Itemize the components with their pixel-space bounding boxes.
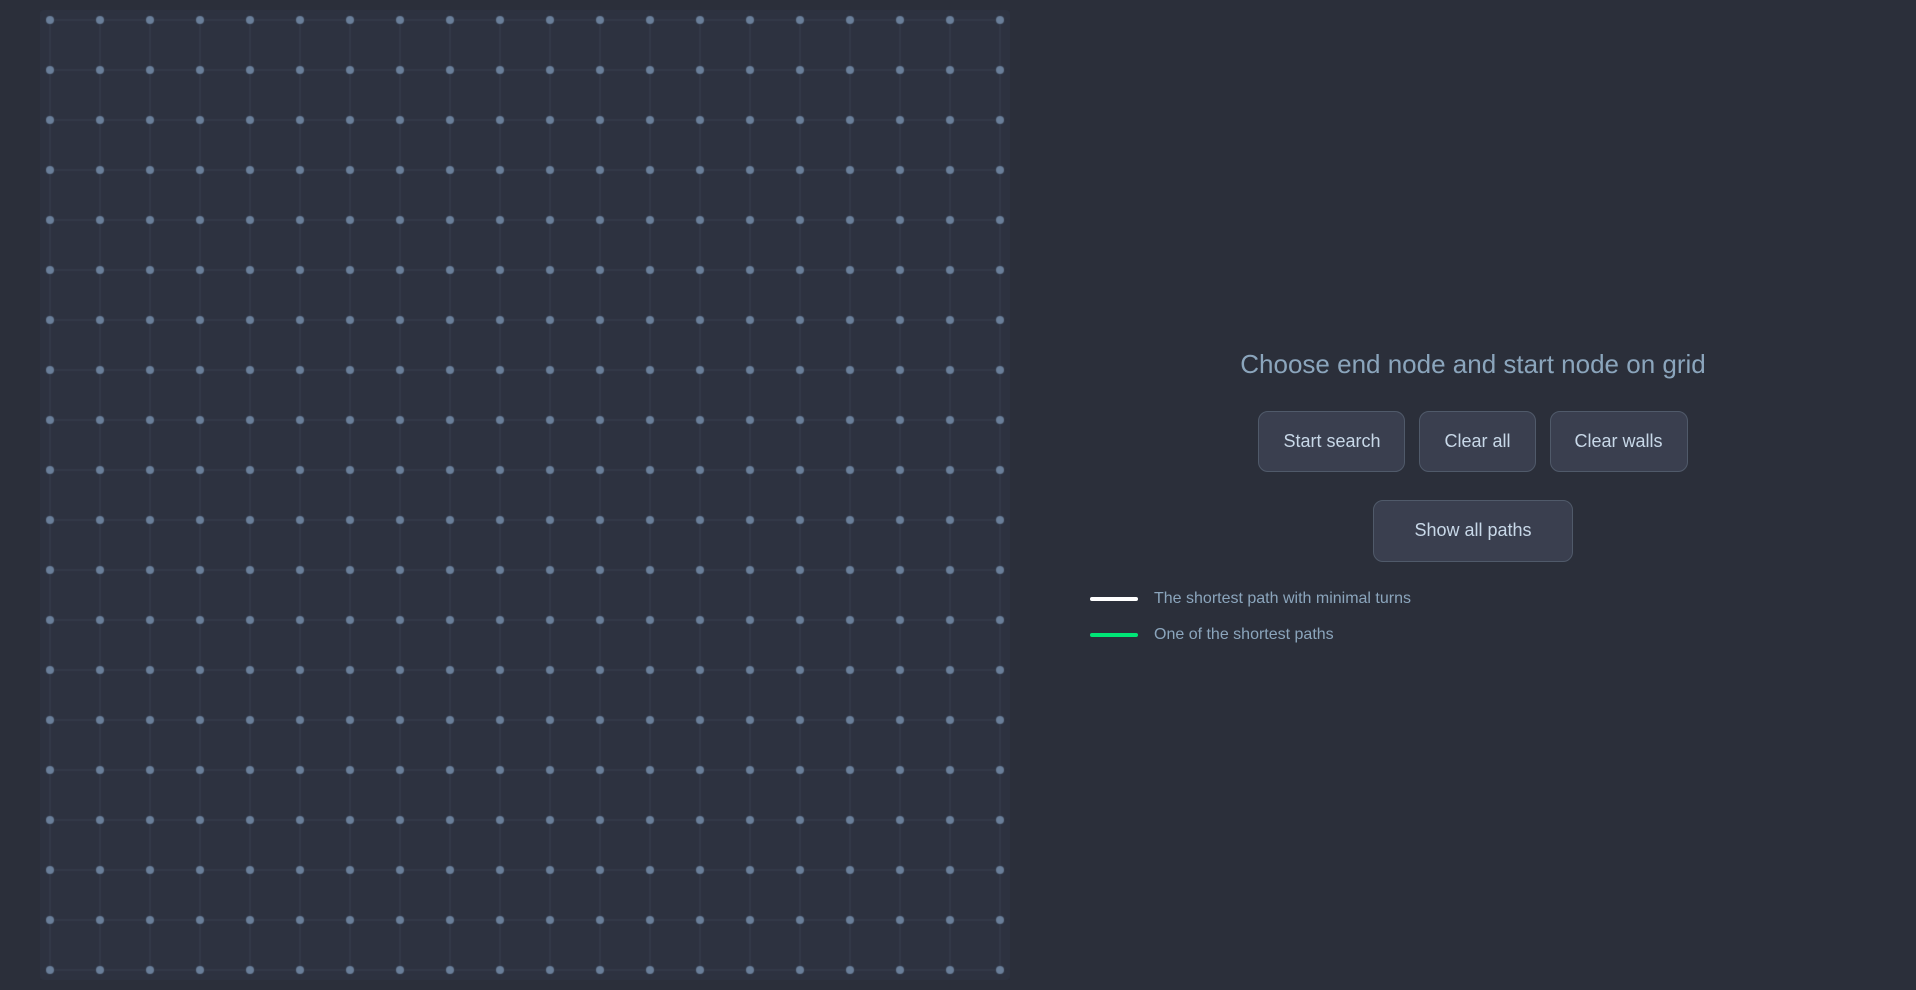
legend-label-green: One of the shortest paths [1154,626,1334,644]
instruction-text: Choose end node and start node on grid [1240,346,1705,382]
sidebar: Choose end node and start node on grid S… [1070,326,1876,663]
legend-line-white [1090,597,1138,601]
buttons-row: Start search Clear all Clear walls [1258,411,1687,472]
grid-canvas[interactable] [40,10,1010,980]
clear-walls-button[interactable]: Clear walls [1550,411,1688,472]
show-all-paths-row: Show all paths [1373,500,1572,561]
main-layout: Choose end node and start node on grid S… [0,0,1916,990]
legend-line-green [1090,633,1138,637]
start-search-button[interactable]: Start search [1258,411,1405,472]
legend-item-green: One of the shortest paths [1090,626,1411,644]
grid-container [40,10,1010,980]
show-all-paths-button[interactable]: Show all paths [1373,500,1572,561]
clear-all-button[interactable]: Clear all [1419,411,1535,472]
legend: The shortest path with minimal turns One… [1090,590,1411,644]
legend-label-white: The shortest path with minimal turns [1154,590,1411,608]
legend-item-white: The shortest path with minimal turns [1090,590,1411,608]
